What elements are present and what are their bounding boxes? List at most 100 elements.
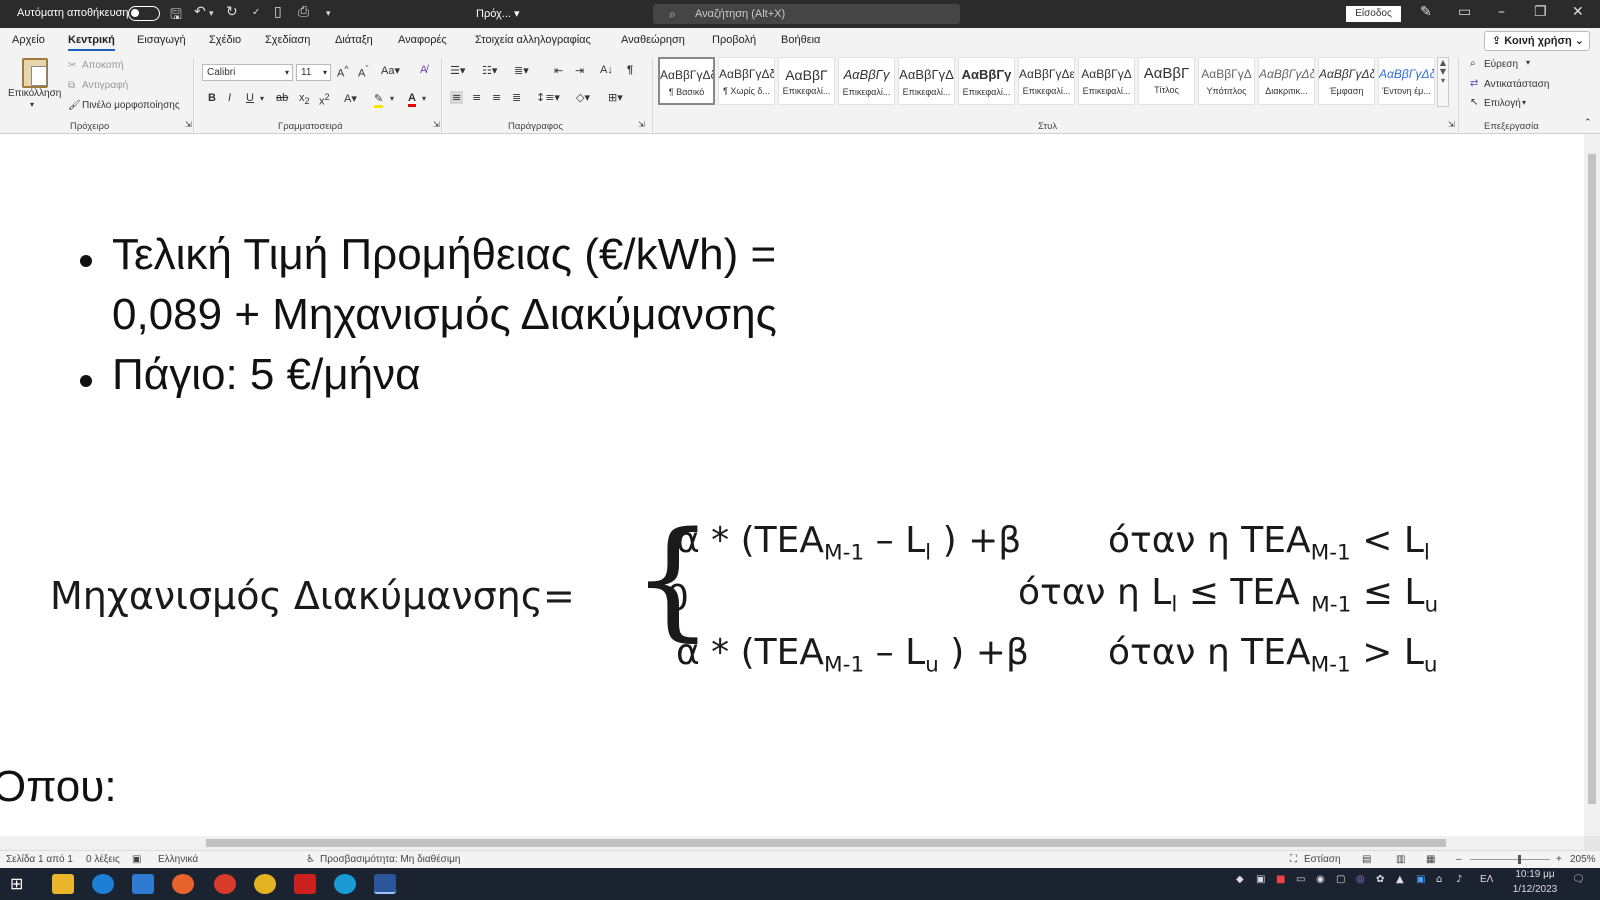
zoom-in-button[interactable]: +: [1556, 854, 1562, 865]
justify-icon[interactable]: ≣: [512, 91, 521, 104]
tray-app-icon[interactable]: ■: [1276, 874, 1285, 885]
underline-dropdown-icon[interactable]: ▾: [260, 94, 264, 103]
paragraph-launcher-icon[interactable]: ⇲: [638, 120, 645, 129]
internet-explorer-icon[interactable]: [92, 874, 114, 894]
save-icon[interactable]: 🖫: [170, 4, 182, 28]
tray-app-icon[interactable]: ▲: [1396, 874, 1404, 885]
paste-icon[interactable]: [22, 58, 48, 88]
text-effects-icon[interactable]: A▾: [344, 92, 357, 105]
style-no-spacing[interactable]: ΑαΒβΓγΔδ ¶ Χωρίς δ...: [718, 57, 775, 105]
undo-dropdown-icon[interactable]: ▾: [209, 9, 214, 19]
tab-help[interactable]: Βοήθεια: [781, 34, 820, 46]
tray-app-icon[interactable]: ◉: [1316, 874, 1325, 885]
align-center-icon[interactable]: ≡: [472, 91, 481, 104]
cut-button[interactable]: Αποκοπή: [82, 60, 124, 71]
increase-indent-icon[interactable]: ⇥: [575, 64, 584, 77]
focus-icon[interactable]: ⛶: [1290, 854, 1297, 865]
tab-insert[interactable]: Εισαγωγή: [137, 34, 186, 46]
share-dropdown-icon[interactable]: ⌄: [1575, 32, 1584, 50]
ribbon-display-icon[interactable]: ▭: [1458, 4, 1471, 20]
undo-icon[interactable]: ↶: [194, 4, 206, 20]
highlight-dropdown-icon[interactable]: ▾: [390, 94, 394, 103]
style-emphasis[interactable]: ΑαΒβΓγΔδ Έμφαση: [1318, 57, 1375, 105]
tab-references[interactable]: Αναφορές: [398, 34, 447, 46]
zoom-slider[interactable]: [1470, 859, 1550, 860]
style-heading-4[interactable]: ΑαΒβΓγ Επικεφαλί...: [958, 57, 1015, 105]
tray-app-icon[interactable]: ▣: [1416, 874, 1425, 885]
tray-app-icon[interactable]: ▣: [1256, 874, 1265, 885]
select-button[interactable]: Επιλογή: [1484, 98, 1521, 109]
page-icon[interactable]: ▯: [274, 4, 282, 20]
clock-time[interactable]: 10:19 μμ: [1510, 869, 1560, 880]
tray-app-icon[interactable]: ▭: [1296, 874, 1305, 885]
tab-draw[interactable]: Σχεδίαση: [265, 34, 310, 46]
superscript-icon[interactable]: x2: [319, 92, 330, 108]
line-spacing-icon[interactable]: ↕≡▾: [536, 91, 560, 104]
style-heading-2[interactable]: ΑαΒβΓγ Επικεφαλί...: [838, 57, 895, 105]
style-title[interactable]: ΑαΒβΓ Τίτλος: [1138, 57, 1195, 105]
clear-formatting-icon[interactable]: A̸: [420, 64, 427, 76]
print-layout-icon[interactable]: ▥: [1396, 854, 1405, 865]
edge-icon[interactable]: [334, 874, 356, 894]
autosave-toggle[interactable]: [128, 6, 160, 21]
tab-review[interactable]: Αναθεώρηση: [621, 34, 685, 46]
tray-app-icon[interactable]: ◎: [1356, 874, 1365, 885]
collapse-ribbon-icon[interactable]: ⌃: [1584, 118, 1592, 128]
sort-icon[interactable]: A↓: [600, 64, 613, 76]
chrome-alt-icon[interactable]: [254, 874, 276, 894]
share-button[interactable]: ⇪ Κοινή χρήση ⌄: [1484, 31, 1590, 51]
style-heading-3[interactable]: ΑαΒβΓγΔ Επικεφαλί...: [898, 57, 955, 105]
subscript-icon[interactable]: x2: [299, 92, 310, 106]
accessibility-status[interactable]: Προσβασιμότητα: Μη διαθέσιμη: [320, 854, 460, 865]
redo-icon[interactable]: ↻: [226, 4, 238, 20]
word-count[interactable]: 0 λέξεις: [86, 854, 120, 865]
style-subtitle[interactable]: ΑαΒβΓγΔ Υπότιτλος: [1198, 57, 1255, 105]
clock-date[interactable]: 1/12/2023: [1508, 884, 1562, 895]
windows-start-icon[interactable]: ⊞: [10, 874, 32, 894]
style-heading-5[interactable]: ΑαΒβΓγΔε Επικεφαλί...: [1018, 57, 1075, 105]
font-color-icon[interactable]: A: [408, 92, 416, 107]
input-language[interactable]: ΕΛ: [1480, 874, 1493, 885]
replace-button[interactable]: Αντικατάσταση: [1484, 79, 1549, 90]
word-taskbar-icon[interactable]: [374, 874, 396, 894]
close-icon[interactable]: ✕: [1572, 4, 1584, 20]
find-button[interactable]: Εύρεση: [1484, 59, 1518, 70]
paste-dropdown-icon[interactable]: ▾: [30, 100, 34, 109]
clipboard-launcher-icon[interactable]: ⇲: [185, 120, 192, 129]
select-icon[interactable]: ↖: [1470, 97, 1478, 108]
tab-layout[interactable]: Διάταξη: [335, 34, 373, 46]
notifications-icon[interactable]: 🗨: [1572, 874, 1585, 885]
network-icon[interactable]: ⌂: [1436, 874, 1442, 885]
zoom-slider-thumb[interactable]: [1518, 855, 1521, 864]
page-count[interactable]: Σελίδα 1 από 1: [6, 854, 73, 865]
document-title[interactable]: Πρόχ... ▾: [476, 7, 520, 20]
signin-button[interactable]: Είσοδος: [1346, 6, 1401, 22]
horizontal-scroll-thumb[interactable]: [206, 839, 1446, 847]
tab-design[interactable]: Σχέδιο: [209, 34, 241, 46]
font-name-select[interactable]: Calibri ▾: [202, 64, 293, 81]
strikethrough-icon[interactable]: ab: [276, 92, 288, 104]
language-indicator[interactable]: Ελληνικά: [158, 854, 198, 865]
zoom-out-button[interactable]: –: [1456, 854, 1462, 865]
document-canvas[interactable]: Τελική Τιμή Προμήθειας (€/kWh) = 0,089 +…: [0, 134, 1584, 836]
style-subtle-emphasis[interactable]: ΑαΒβΓγΔδ Διακριτικ...: [1258, 57, 1315, 105]
style-intense-emphasis[interactable]: ΑαΒβΓγΔδ Έντονη έμ...: [1378, 57, 1435, 105]
file-explorer-icon[interactable]: [52, 874, 74, 894]
vertical-scrollbar[interactable]: [1584, 134, 1600, 836]
cut-icon[interactable]: ✂: [68, 60, 76, 71]
highlight-icon[interactable]: ✎: [374, 92, 384, 108]
chrome-icon[interactable]: [214, 874, 236, 894]
copy-icon[interactable]: ⧉: [68, 80, 75, 91]
bullets-icon[interactable]: ☰▾: [450, 64, 465, 77]
pen-icon[interactable]: ✎: [1420, 4, 1432, 20]
tray-app-icon[interactable]: ✿: [1376, 874, 1384, 885]
volume-icon[interactable]: ♪: [1456, 874, 1462, 885]
spelling-icon[interactable]: ✓: [252, 7, 260, 18]
search-box[interactable]: ⌕ Αναζήτηση (Alt+X): [653, 4, 960, 24]
styles-gallery-scroll[interactable]: ▲ ▼ ▾: [1437, 57, 1449, 107]
styles-launcher-icon[interactable]: ⇲: [1448, 120, 1455, 129]
gallery-up-icon[interactable]: ▲: [1438, 58, 1448, 67]
shrink-font-icon[interactable]: Aˇ: [358, 64, 368, 80]
multilevel-list-icon[interactable]: ≣▾: [514, 64, 529, 77]
tab-home[interactable]: Κεντρική: [68, 34, 115, 51]
